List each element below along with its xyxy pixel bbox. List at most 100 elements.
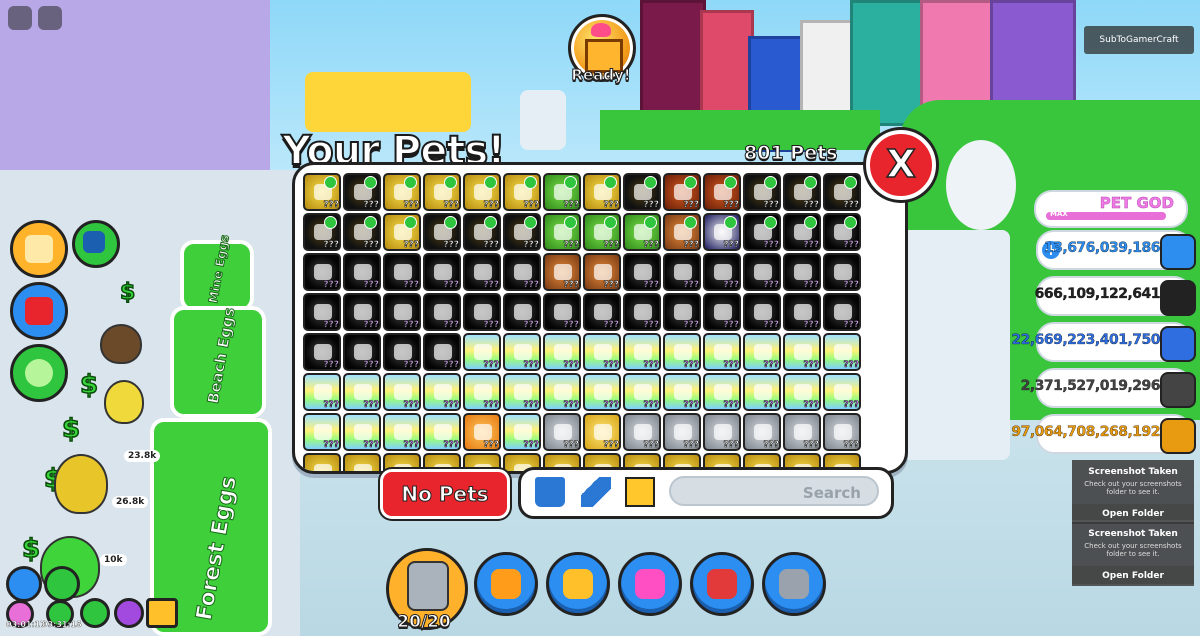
verified-badge-button[interactable] [6, 566, 42, 602]
pet-slot[interactable]: ??? [543, 333, 581, 371]
pet-slot[interactable]: ??? [703, 253, 741, 291]
pet-slot[interactable]: ??? [343, 453, 381, 471]
pet-slot[interactable]: ??? [303, 253, 341, 291]
pet-slot[interactable]: ??? [703, 293, 741, 331]
pet-slot[interactable]: ??? [303, 413, 341, 451]
pet-slot[interactable]: ??? [783, 373, 821, 411]
pet-slot[interactable]: ??? [543, 213, 581, 251]
pet-slot[interactable]: ??? [503, 173, 541, 211]
pet-slot[interactable]: ??? [823, 373, 861, 411]
pet-slot[interactable]: ??? [823, 173, 861, 211]
pet-slot[interactable]: ??? [383, 413, 421, 451]
pet-slot[interactable]: ??? [503, 333, 541, 371]
pet-slot[interactable]: ??? [543, 173, 581, 211]
pet-slot[interactable]: ??? [783, 333, 821, 371]
pet-slot[interactable]: ??? [743, 253, 781, 291]
pet-slot[interactable]: ??? [583, 253, 621, 291]
pet-slot[interactable]: ??? [463, 413, 501, 451]
pet-slot[interactable]: ??? [383, 213, 421, 251]
pet-slot[interactable]: ??? [343, 253, 381, 291]
pet-slot[interactable]: ??? [743, 173, 781, 211]
search-input[interactable]: Search [669, 476, 879, 506]
pet-slot[interactable]: ??? [783, 293, 821, 331]
pet-slot[interactable]: ??? [663, 413, 701, 451]
pet-slot[interactable]: ??? [463, 333, 501, 371]
pet-slot[interactable]: ??? [663, 213, 701, 251]
rewards-button[interactable] [618, 552, 682, 616]
pet-slot[interactable]: ??? [343, 173, 381, 211]
pet-slot[interactable]: ??? [623, 213, 661, 251]
clover-boost-button[interactable] [114, 598, 144, 628]
open-folder-button[interactable]: Open Folder [1072, 566, 1194, 586]
pet-slot[interactable]: ??? [343, 413, 381, 451]
pet-slot[interactable]: ??? [663, 253, 701, 291]
clover-button[interactable] [44, 566, 80, 602]
pet-slot[interactable]: ??? [503, 213, 541, 251]
pet-slot[interactable]: ??? [823, 413, 861, 451]
pet-slot[interactable]: ??? [783, 253, 821, 291]
pet-slot[interactable]: ??? [343, 213, 381, 251]
pet-slot[interactable]: ??? [463, 213, 501, 251]
pencil-icon[interactable] [581, 477, 611, 507]
pet-slot[interactable]: ??? [423, 413, 461, 451]
pet-slot[interactable]: ??? [623, 253, 661, 291]
roblox-menu-button[interactable] [8, 6, 32, 30]
pet-slot[interactable]: ??? [743, 213, 781, 251]
multi-select-icon[interactable] [625, 477, 655, 507]
pet-slot[interactable]: ??? [663, 173, 701, 211]
pet-slot[interactable]: ??? [543, 293, 581, 331]
pet-slot[interactable]: ??? [623, 293, 661, 331]
pet-slot[interactable]: ??? [783, 213, 821, 251]
pet-slot[interactable]: ??? [343, 373, 381, 411]
pet-slot[interactable]: ??? [743, 333, 781, 371]
pet-slot[interactable]: ??? [303, 453, 341, 471]
pet-slot[interactable]: ??? [663, 293, 701, 331]
phone-button[interactable] [72, 220, 120, 268]
open-folder-button[interactable]: Open Folder [1072, 504, 1194, 524]
pet-slot[interactable]: ??? [423, 253, 461, 291]
pet-slot[interactable]: ??? [543, 373, 581, 411]
pet-slot[interactable]: ??? [303, 213, 341, 251]
pet-slot[interactable]: ??? [423, 173, 461, 211]
shop-button[interactable] [690, 552, 754, 616]
pet-slot[interactable]: ??? [743, 373, 781, 411]
pet-slot[interactable]: ??? [423, 293, 461, 331]
pet-slot[interactable]: ??? [583, 413, 621, 451]
pet-slot[interactable]: ??? [503, 373, 541, 411]
pet-slot[interactable]: ??? [423, 373, 461, 411]
pet-slot[interactable]: ??? [783, 173, 821, 211]
pet-slot[interactable]: ??? [343, 293, 381, 331]
pet-slot[interactable]: ??? [383, 373, 421, 411]
trade-button[interactable] [474, 552, 538, 616]
pet-slot[interactable]: ??? [823, 253, 861, 291]
pet-slot[interactable]: ??? [583, 333, 621, 371]
pet-slot[interactable]: ??? [743, 413, 781, 451]
pet-slot[interactable]: ??? [663, 333, 701, 371]
pet-slot[interactable]: ??? [303, 293, 341, 331]
pet-slot[interactable]: ??? [583, 293, 621, 331]
auto-hatch-button[interactable] [10, 282, 68, 340]
pet-slot[interactable]: ??? [583, 213, 621, 251]
pet-slot[interactable]: ??? [463, 293, 501, 331]
chat-button[interactable] [38, 6, 62, 30]
pet-slot[interactable]: ??? [423, 213, 461, 251]
pet-slot[interactable]: ??? [823, 333, 861, 371]
pet-slot[interactable]: ??? [743, 293, 781, 331]
pet-slot[interactable]: ??? [543, 413, 581, 451]
pet-slot[interactable]: ??? [703, 213, 741, 251]
pet-slot[interactable]: ??? [583, 173, 621, 211]
pet-slot[interactable]: ??? [303, 173, 341, 211]
pet-slot[interactable]: ??? [503, 253, 541, 291]
unequip-all-button[interactable]: No Pets [380, 469, 510, 519]
pet-slot[interactable]: ??? [503, 293, 541, 331]
pet-slot[interactable]: ??? [623, 333, 661, 371]
pet-slot[interactable]: ??? [463, 253, 501, 291]
boosts-button[interactable] [10, 344, 68, 402]
pet-slot[interactable]: ??? [623, 373, 661, 411]
clover-boost-button[interactable] [80, 598, 110, 628]
pet-slot[interactable]: ??? [303, 373, 341, 411]
pet-slot[interactable]: ??? [303, 333, 341, 371]
achievements-button[interactable] [546, 552, 610, 616]
trash-icon[interactable] [535, 477, 565, 507]
pet-slot[interactable]: ??? [583, 373, 621, 411]
